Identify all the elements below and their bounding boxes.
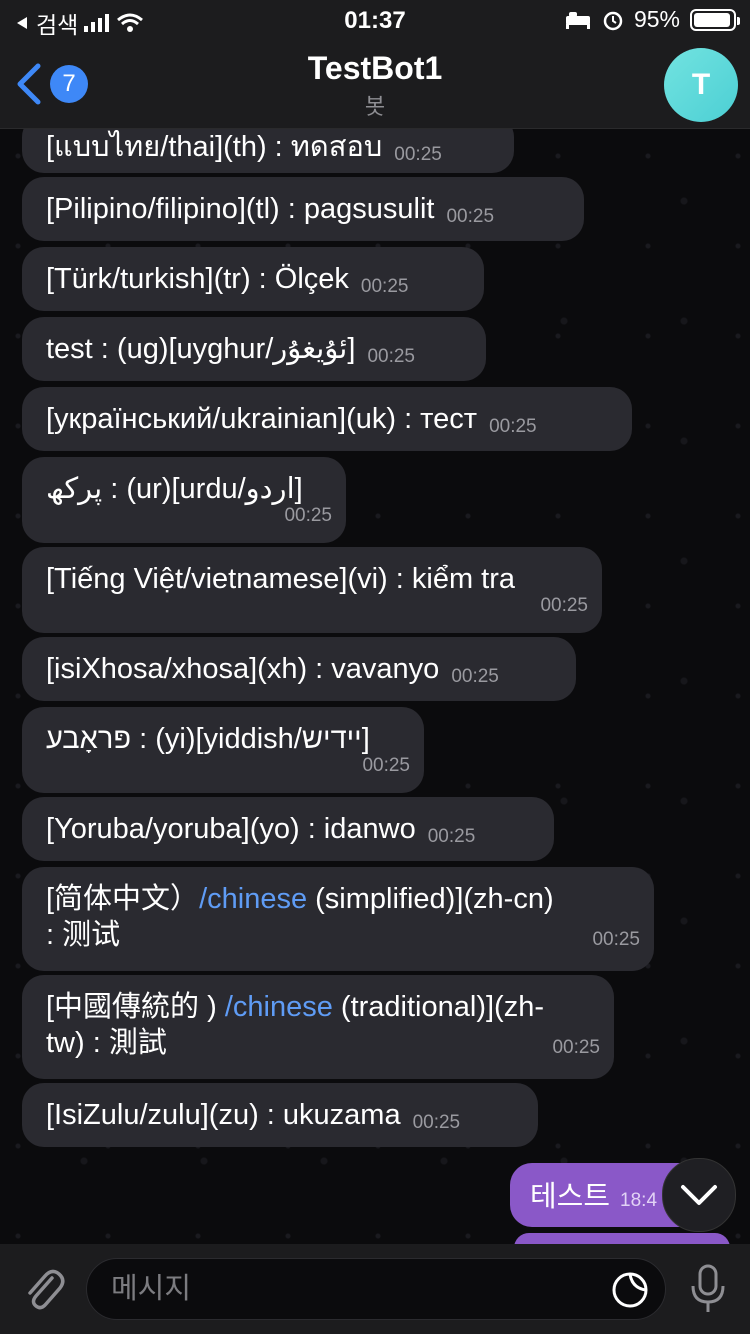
message-time: 00:25 — [427, 826, 476, 847]
sticker-button[interactable] — [610, 1270, 650, 1315]
message-input-bar — [0, 1244, 750, 1334]
attach-button[interactable] — [22, 1266, 66, 1319]
message-text: [简体中文）/chinese (simplified)](zh-cn) — [46, 879, 640, 919]
message-text-part: [中國傳統的 ) — [46, 991, 225, 1023]
message-bubble: [Pilipino/filipino](tl) : pagsusulit 00:2… — [22, 177, 584, 241]
message-text-part: (simplified)](zh-cn) — [307, 883, 554, 915]
microphone-icon — [691, 1264, 725, 1312]
message-time: 00:25 — [412, 1112, 461, 1133]
chevron-down-icon — [681, 1185, 717, 1205]
message-input[interactable] — [86, 1258, 666, 1320]
scroll-to-bottom-button[interactable] — [662, 1158, 736, 1232]
command-link[interactable]: /chinese — [225, 991, 333, 1023]
status-bar: 검색 01:37 95% — [0, 0, 750, 40]
microphone-button[interactable] — [688, 1262, 728, 1321]
paperclip-icon — [28, 1269, 65, 1310]
chat-header: 7 TestBot1 봇 T — [0, 40, 750, 129]
message-bubble: [แบบไทย/thai](th) : ทดสอบ 00:25 — [22, 129, 514, 173]
chat-area[interactable]: [แบบไทย/thai](th) : ทดสอบ 00:25 [Pilipino… — [0, 129, 750, 1244]
message-text: [แบบไทย/thai](th) : ทดสอบ — [46, 131, 383, 163]
message-bubble: [中國傳統的 ) /chinese (traditional)](zh- tw)… — [22, 975, 614, 1079]
message-time: 00:25 — [489, 416, 537, 437]
message-text: [IsiZulu/zulu](zu) : ukuzama — [46, 1099, 401, 1131]
message-time: 00:25 — [540, 595, 588, 616]
chat-subtitle: 봇 — [364, 94, 386, 119]
message-time: 00:25 — [592, 929, 640, 950]
message-time: 00:25 — [284, 505, 332, 526]
avatar[interactable]: T — [664, 48, 738, 122]
message-bubble: [Yoruba/yoruba](yo) : idanwo 00:25 — [22, 797, 554, 861]
chat-title-area[interactable]: TestBot1 봇 — [0, 50, 750, 121]
message-text: [український/ukrainian](uk) : тест — [46, 403, 478, 435]
message-bubble: פּראָבע : (yi)[yiddish/יידיש] 00:25 — [22, 707, 424, 793]
message-time: 00:25 — [362, 755, 410, 776]
message-time: 00:25 — [451, 666, 499, 687]
message-bubble: [Tiếng Việt/vietnamese](vi) : kiểm tra 00… — [22, 547, 602, 633]
message-text: [中國傳統的 ) /chinese (traditional)](zh- — [46, 987, 600, 1027]
message-text: [Yoruba/yoruba](yo) : idanwo — [46, 813, 416, 845]
message-time: 00:25 — [446, 206, 495, 227]
command-link[interactable]: /chinese — [199, 883, 307, 915]
message-time: 00:25 — [360, 276, 409, 297]
message-text: [Tiếng Việt/vietnamese](vi) : kiểm tra — [46, 563, 515, 595]
message-text: [Pilipino/filipino](tl) : pagsusulit — [46, 193, 435, 225]
message-text: test : (ug)[uyghur/ئۇيغۇر] — [46, 333, 356, 365]
message-text: [Türk/turkish](tr) : Ölçek — [46, 263, 349, 295]
message-text: [isiXhosa/xhosa](xh) : vavanyo — [46, 653, 440, 685]
message-text: پرکھ : (ur)[urdu/اردو] — [46, 473, 303, 505]
bed-icon — [565, 11, 590, 29]
message-text: 테스트 — [530, 1181, 611, 1213]
battery-icon — [690, 8, 740, 31]
message-bubble: [український/ukrainian](uk) : тест 00:25 — [22, 387, 632, 451]
sticker-icon — [612, 1272, 648, 1308]
outgoing-message-bubble — [514, 1233, 730, 1244]
message-bubble: [Türk/turkish](tr) : Ölçek 00:25 — [22, 247, 484, 311]
message-bubble: [isiXhosa/xhosa](xh) : vavanyo 00:25 — [22, 637, 576, 701]
message-time: 00:25 — [367, 346, 415, 367]
message-bubble: [简体中文）/chinese (simplified)](zh-cn) : 测试… — [22, 867, 654, 971]
message-bubble: test : (ug)[uyghur/ئۇيغۇر] 00:25 — [22, 317, 486, 381]
message-time: 00:25 — [394, 144, 442, 165]
message-bubble: پرکھ : (ur)[urdu/اردو] 00:25 — [22, 457, 346, 543]
message-time: 18:4 — [620, 1190, 658, 1211]
battery-percent: 95% — [633, 6, 680, 32]
message-text: פּראָבע : (yi)[yiddish/יידיש] — [46, 723, 370, 755]
message-text-part: [简体中文） — [46, 883, 200, 915]
status-right: 95% — [564, 6, 740, 33]
message-text-part: (traditional)](zh- — [332, 991, 544, 1023]
message-bubble: [IsiZulu/zulu](zu) : ukuzama 00:25 — [22, 1083, 538, 1147]
chat-title: TestBot1 — [307, 50, 443, 86]
alarm-icon — [603, 11, 623, 30]
